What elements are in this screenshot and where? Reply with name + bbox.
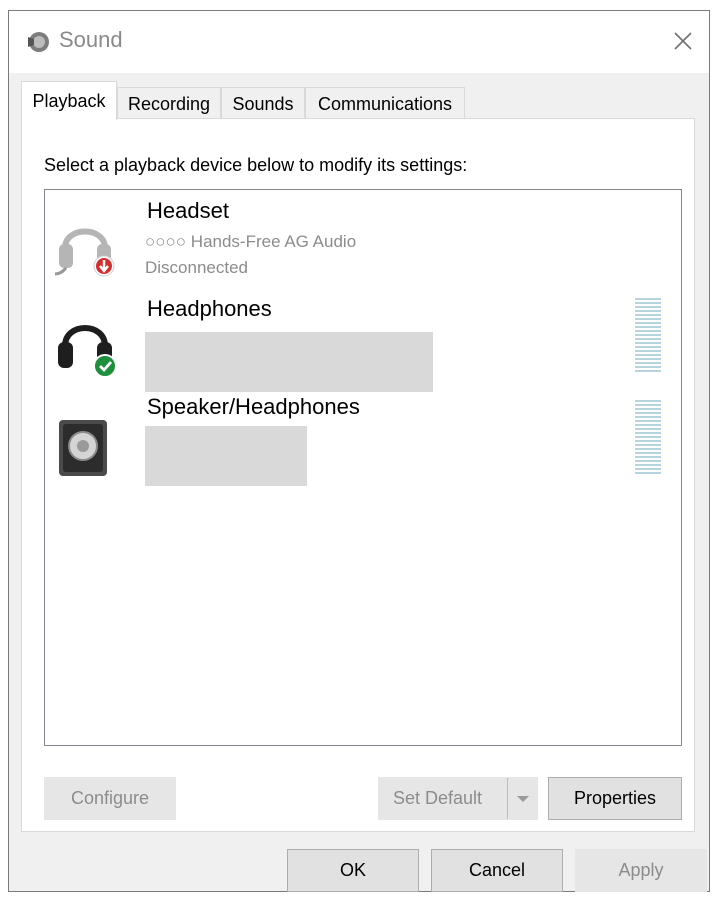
- volume-meter: [635, 298, 661, 374]
- properties-button[interactable]: Properties: [548, 777, 682, 820]
- playback-panel: Select a playback device below to modify…: [21, 118, 695, 832]
- sound-dialog: Sound Playback Recording Sounds Communic…: [8, 10, 710, 892]
- volume-meter: [635, 400, 661, 476]
- configure-button[interactable]: Configure: [44, 777, 176, 820]
- redacted-details: [145, 426, 307, 486]
- headset-disconnected-icon: [54, 228, 115, 277]
- device-headset[interactable]: Headset ○○○○ Hands-Free AG Audio Disconn…: [45, 198, 681, 296]
- device-name: Headphones: [147, 296, 272, 321]
- redacted-details: [145, 332, 433, 392]
- device-description: ○○○○ Hands-Free AG Audio: [145, 232, 357, 251]
- cancel-button[interactable]: Cancel: [431, 849, 563, 892]
- device-headphones[interactable]: Headphones: [45, 296, 681, 398]
- tab-playback[interactable]: Playback: [21, 81, 117, 120]
- device-status: Disconnected: [145, 258, 249, 277]
- chevron-down-icon[interactable]: [507, 778, 537, 819]
- close-icon[interactable]: [665, 23, 701, 59]
- device-list[interactable]: Headset ○○○○ Hands-Free AG Audio Disconn…: [44, 189, 682, 746]
- title-bar: Sound: [9, 11, 709, 73]
- instruction-text: Select a playback device below to modify…: [44, 155, 468, 175]
- speaker-icon: [28, 32, 49, 52]
- ok-button[interactable]: OK: [287, 849, 419, 892]
- apply-button[interactable]: Apply: [575, 849, 707, 892]
- device-name: Headset: [147, 198, 229, 223]
- tab-communications[interactable]: Communications: [305, 87, 465, 119]
- headphones-default-icon: [58, 325, 117, 378]
- speaker-icon: [59, 420, 107, 476]
- window-title: Sound: [59, 27, 123, 52]
- device-speaker-headphones[interactable]: Speaker/Headphones: [45, 394, 681, 502]
- device-name: Speaker/Headphones: [147, 394, 360, 419]
- tab-recording[interactable]: Recording: [117, 87, 221, 119]
- set-default-label: Set Default: [393, 788, 483, 808]
- tab-sounds[interactable]: Sounds: [221, 87, 305, 119]
- set-default-button[interactable]: Set Default: [378, 777, 538, 820]
